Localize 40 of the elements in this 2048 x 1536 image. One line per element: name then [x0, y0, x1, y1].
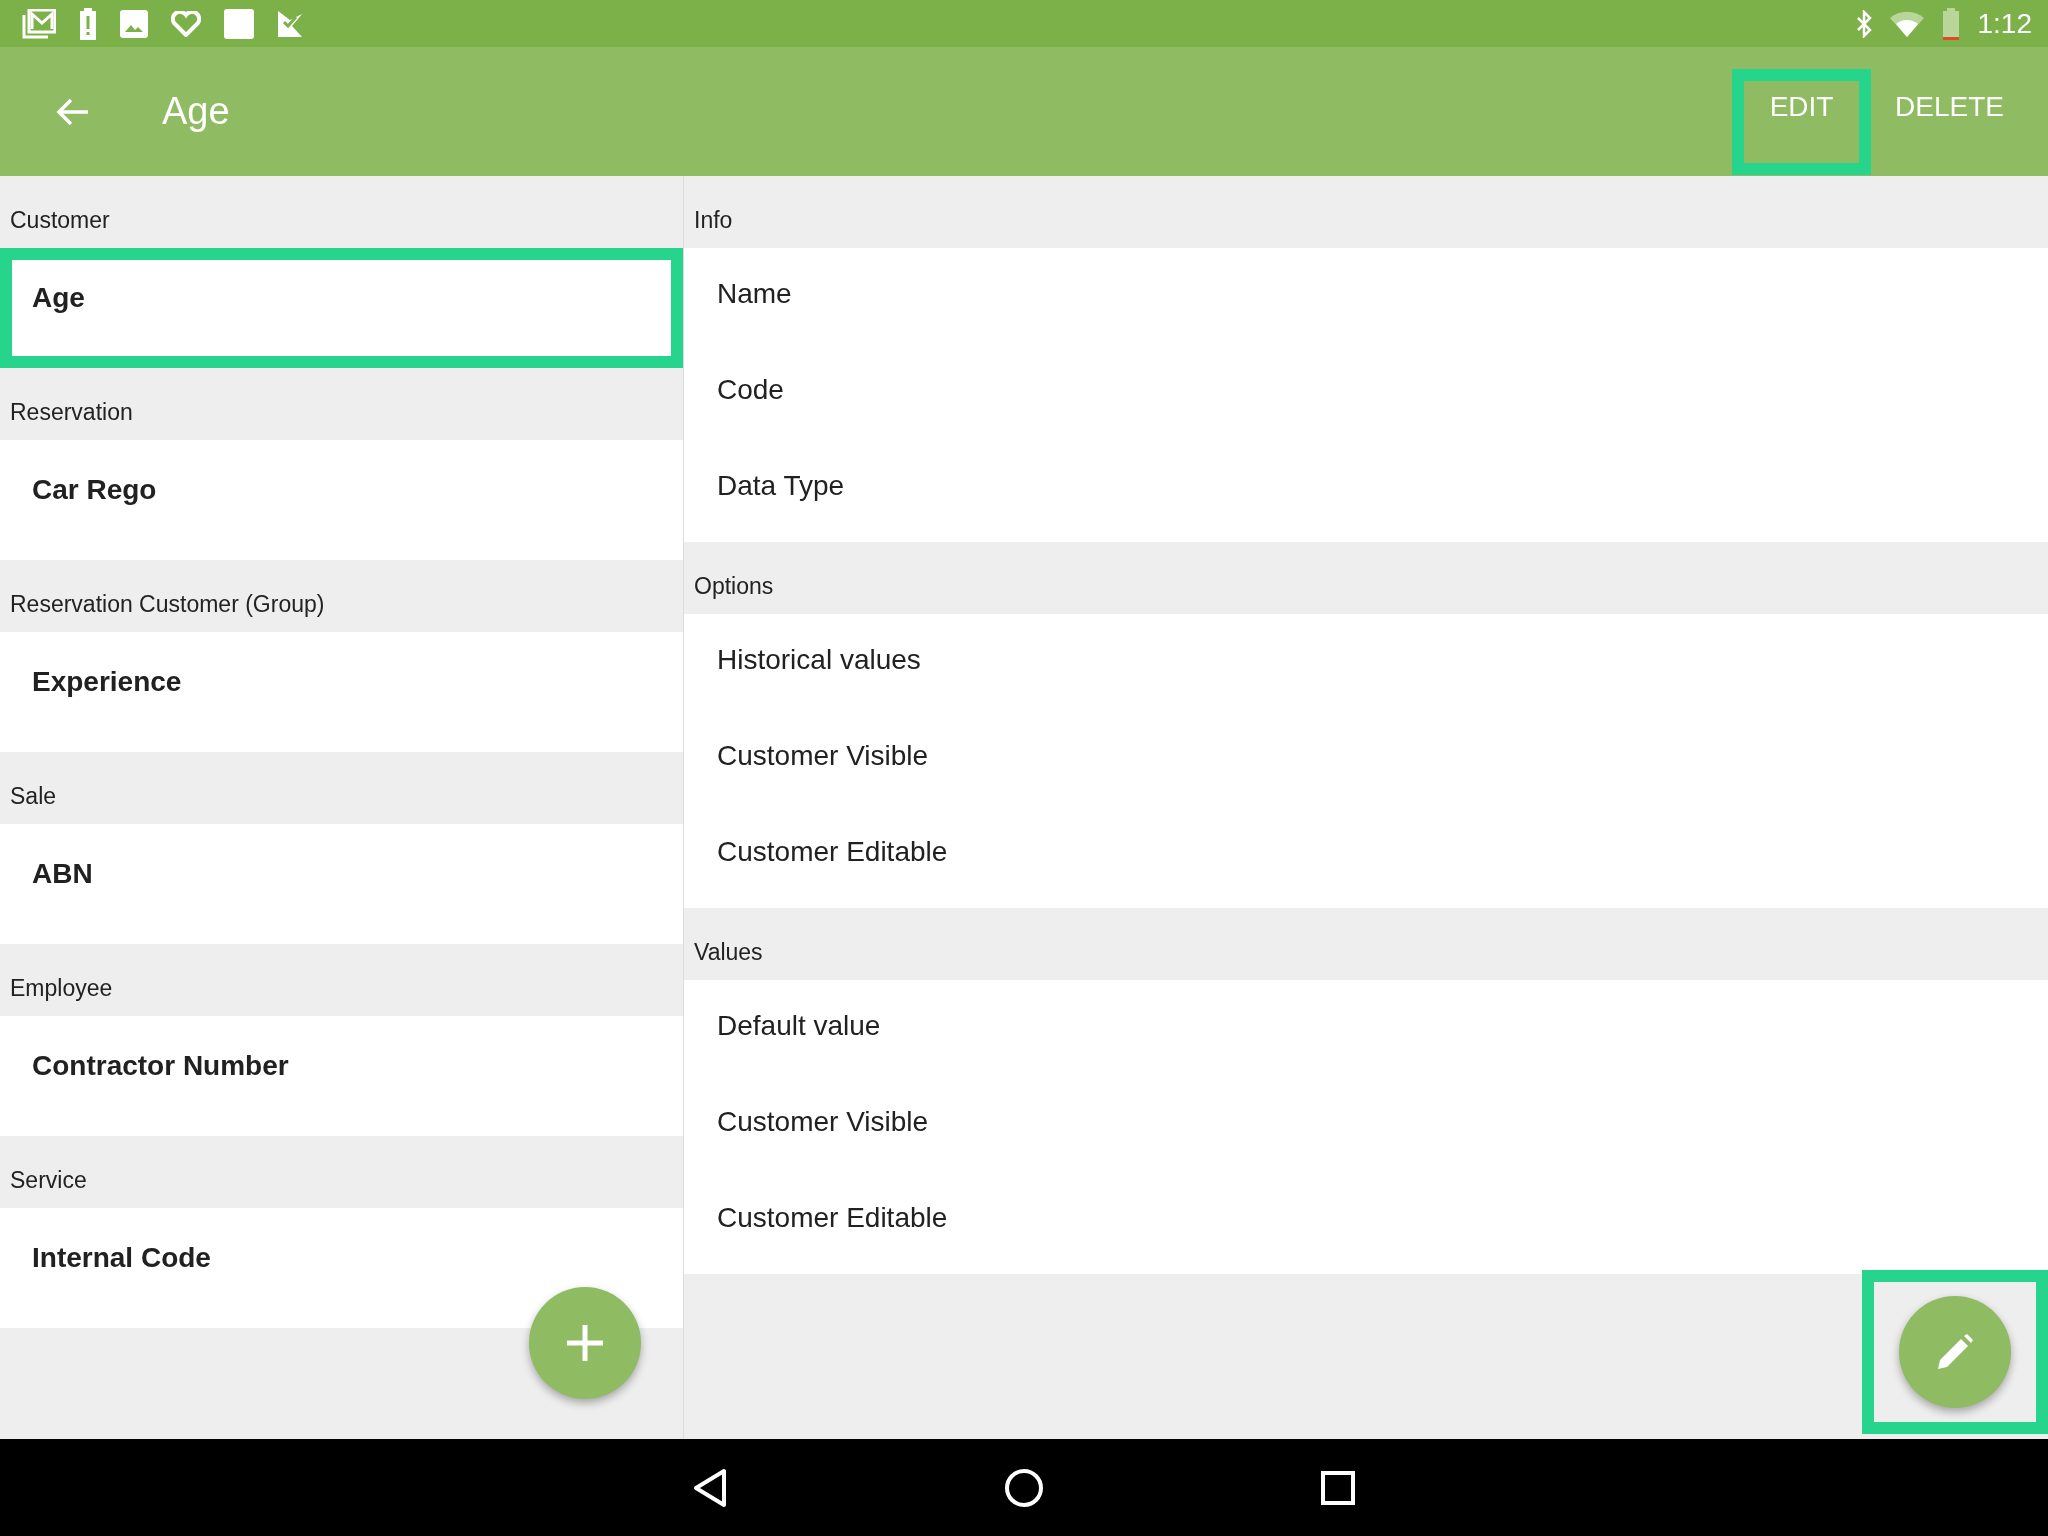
plus-icon — [565, 1323, 605, 1363]
detail-label: Historical values — [716, 643, 922, 677]
pencil-icon — [1936, 1333, 1974, 1371]
section-header: Sale — [9, 782, 58, 811]
section-header: Reservation — [9, 398, 134, 427]
section-header: Reservation Customer (Group) — [9, 590, 326, 619]
wifi-icon — [1889, 10, 1924, 37]
section-header: Options — [693, 572, 775, 601]
battery-low-icon — [1941, 7, 1960, 40]
section-header: Info — [693, 206, 734, 235]
list-item[interactable]: Age — [0, 248, 683, 368]
bluetooth-icon — [1855, 9, 1872, 38]
home-circle-icon[interactable] — [1004, 1467, 1044, 1508]
detail-label: Customer Visible — [716, 1105, 930, 1139]
list-item[interactable]: Car Rego — [0, 440, 683, 560]
back-triangle-icon[interactable] — [692, 1467, 728, 1508]
section-header: Service — [9, 1166, 88, 1195]
clock-time: 1:12 — [1977, 7, 2032, 40]
screen-title: Age — [162, 90, 230, 133]
section-header: Employee — [9, 974, 114, 1003]
detail-label: Code — [716, 373, 785, 407]
recents-square-icon[interactable] — [1320, 1469, 1356, 1506]
battery-alert-icon — [79, 7, 97, 40]
heart-icon — [171, 10, 201, 37]
detail-label: Name — [716, 277, 793, 311]
detail-label: Data Type — [716, 469, 846, 503]
list-item[interactable]: Experience — [0, 632, 683, 752]
section-header: Values — [693, 938, 764, 967]
detail-label: Customer Editable — [716, 1201, 949, 1235]
list-item[interactable]: Contractor Number — [0, 1016, 683, 1136]
detail-label: Default value — [716, 1009, 882, 1043]
list-item[interactable]: Internal Code — [0, 1208, 683, 1328]
section-header: Customer — [9, 206, 111, 235]
mail-stack-icon — [22, 8, 56, 39]
list-item[interactable]: ABN — [0, 824, 683, 944]
image-icon — [120, 9, 148, 38]
detail-label: Customer Visible — [716, 739, 930, 773]
square-icon — [224, 8, 254, 39]
detail-label: Customer Editable — [716, 835, 949, 869]
check-flag-icon — [277, 9, 303, 38]
